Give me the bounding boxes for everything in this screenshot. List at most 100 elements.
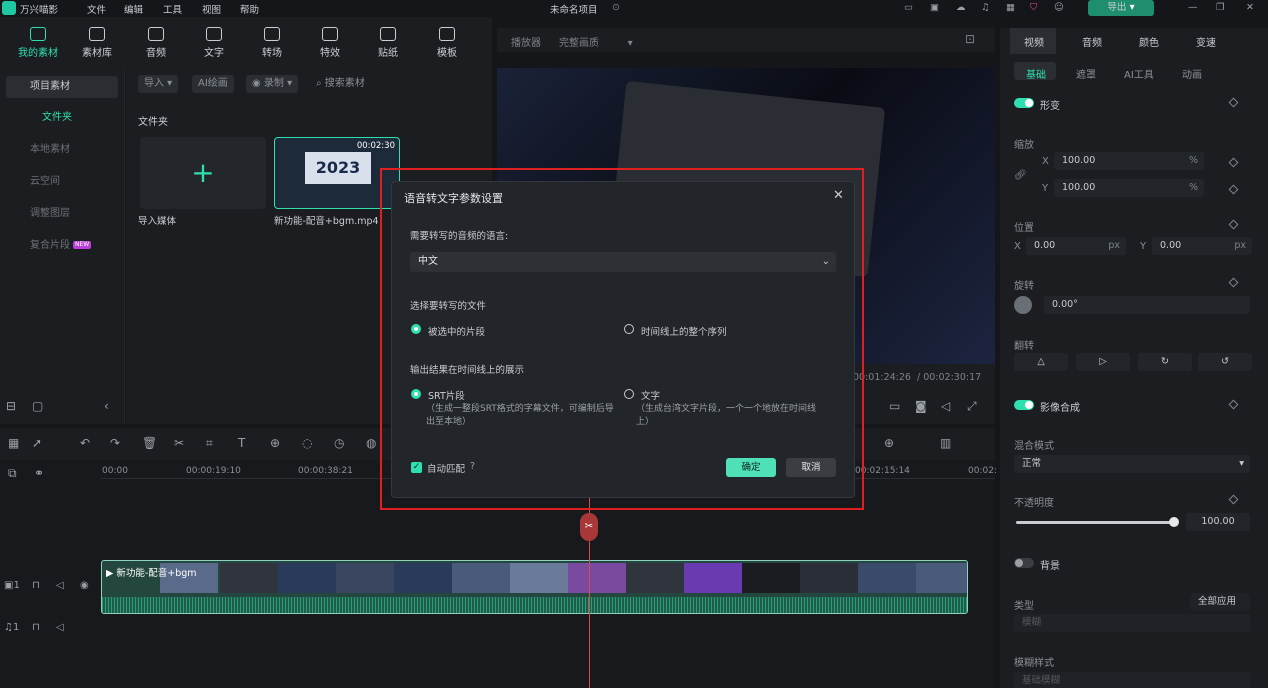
nav-project-media[interactable]: 项目素材 (6, 76, 118, 98)
dialog-close-icon[interactable]: ✕ (833, 188, 844, 203)
speed-icon[interactable]: ⊕ (270, 436, 280, 450)
rotate-right-button[interactable]: ↻ (1138, 353, 1192, 371)
mute-icon[interactable]: ◁ (56, 580, 64, 591)
link-icon[interactable]: 🔗︎ (1014, 170, 1027, 181)
audio-meter-icon[interactable]: ▥ (940, 436, 951, 450)
volume-icon[interactable]: ◁ (941, 399, 950, 413)
tab-video[interactable]: 视频 (1024, 34, 1044, 49)
lock-icon[interactable]: ⊓ (32, 580, 40, 591)
radio-text[interactable] (624, 389, 634, 399)
tab-speed[interactable]: 变速 (1196, 34, 1216, 49)
link-tracks-icon[interactable]: ⚭ (34, 466, 44, 480)
rotate-left-button[interactable]: ↺ (1198, 353, 1252, 371)
blur-style-select[interactable]: 基础模糊 (1014, 672, 1250, 688)
rotate-keyframe-icon[interactable] (1228, 277, 1239, 288)
subtab-animation[interactable]: 动画 (1182, 66, 1202, 81)
title-icon[interactable]: T (238, 436, 245, 450)
menu-file[interactable]: 文件 (87, 2, 106, 16)
type-select[interactable]: 模糊 (1014, 614, 1250, 632)
scale-x-field[interactable]: 100.00% (1054, 152, 1204, 170)
rotate-field[interactable]: 0.00° (1044, 296, 1250, 314)
fullscreen-icon[interactable]: ⤢ (967, 399, 977, 414)
menu-view[interactable]: 视图 (202, 2, 221, 16)
opacity-field[interactable]: 100.00 (1186, 513, 1250, 531)
import-dropdown[interactable]: 导入 ▾ (138, 75, 179, 93)
crop-icon[interactable]: ⌗ (206, 436, 213, 451)
nav-compound-clip[interactable]: 复合片段 NEW (6, 235, 118, 257)
new-folder-icon[interactable]: ⊟ (6, 399, 16, 413)
audio-mute-icon[interactable]: ◁ (56, 622, 64, 633)
save-icon[interactable]: ▣ (930, 2, 939, 13)
position-x-field[interactable]: 0.00 px (1026, 237, 1126, 255)
timer-icon[interactable]: ◷ (334, 436, 344, 450)
nav-adjust-layer[interactable]: 调整图层 (6, 203, 118, 225)
record-dropdown[interactable]: ◉ 录制 ▾ (246, 75, 299, 93)
tool-sticker[interactable]: 贴纸 (368, 27, 408, 59)
flip-vertical-button[interactable]: △ (1014, 353, 1068, 371)
track-settings-icon[interactable]: ⧉ (8, 466, 17, 481)
nav-cloud[interactable]: 云空间 (6, 171, 118, 193)
undo-icon[interactable]: ↶ (80, 436, 90, 450)
layout-grid-icon[interactable]: ▦ (8, 436, 19, 450)
blend-keyframe-icon[interactable] (1228, 399, 1239, 410)
nav-local-media[interactable]: 本地素材 (6, 139, 118, 161)
language-select[interactable]: 中文 ⌄ (410, 252, 836, 272)
cart-icon[interactable]: ⛉ (1030, 2, 1037, 13)
menu-tools[interactable]: 工具 (163, 2, 182, 16)
help-icon[interactable]: ? (470, 461, 475, 472)
search-input[interactable]: ⌕ 搜索素材 (310, 75, 480, 93)
background-toggle[interactable] (1014, 558, 1034, 568)
position-keyframe-icon[interactable] (1228, 219, 1239, 230)
blend-toggle[interactable] (1014, 400, 1034, 410)
subtab-basic[interactable]: 基础 (1026, 66, 1046, 81)
playhead-handle[interactable]: ✂ (580, 513, 598, 541)
select-tool-icon[interactable]: ➚ (32, 436, 42, 450)
transform-toggle[interactable] (1014, 98, 1034, 108)
subtab-mask[interactable]: 遮罩 (1076, 66, 1096, 81)
redo-icon[interactable]: ↷ (110, 436, 120, 450)
nav-folder[interactable]: 文件夹 (6, 107, 118, 129)
cloud-icon[interactable]: ☁ (956, 2, 966, 13)
user-icon[interactable]: ☺ (1054, 2, 1064, 13)
monitor-icon[interactable]: ▭ (889, 399, 900, 413)
import-media-tile[interactable]: + (140, 137, 266, 209)
tab-color[interactable]: 颜色 (1139, 34, 1159, 49)
tab-audio[interactable]: 音频 (1082, 34, 1102, 49)
restore-icon[interactable]: ❐ (1216, 2, 1225, 13)
timeline-clip[interactable]: ▶ 新功能-配音+bgm (101, 560, 968, 614)
close-window-icon[interactable]: ✕ (1246, 2, 1254, 13)
opacity-slider-track[interactable] (1016, 517, 1179, 527)
opacity-keyframe-icon[interactable] (1228, 494, 1239, 505)
position-y-field[interactable]: 0.00 px (1152, 237, 1252, 255)
tool-text[interactable]: 文字 (194, 27, 234, 59)
radio-srt[interactable] (411, 389, 421, 399)
scale-y-keyframe-icon[interactable] (1228, 184, 1239, 195)
quality-dropdown[interactable]: 完整画质 ▾ (559, 34, 633, 49)
collapse-icon[interactable]: ‹ (104, 399, 109, 413)
headset-icon[interactable]: ♫ (981, 2, 990, 13)
confirm-button[interactable]: 确定 (726, 458, 776, 477)
subtab-ai-tools[interactable]: AI工具 (1124, 66, 1154, 81)
ai-paint-button[interactable]: AI绘画 (192, 75, 234, 93)
tool-effect[interactable]: 特效 (310, 27, 350, 59)
tool-audio[interactable]: 音频 (136, 27, 176, 59)
eye-icon[interactable]: ◉ (80, 580, 89, 591)
folder-icon[interactable]: ▢ (32, 399, 43, 413)
keyframe-icon[interactable] (1228, 97, 1239, 108)
tool-transition[interactable]: 转场 (252, 27, 292, 59)
color-icon[interactable]: ◍ (366, 436, 376, 450)
snapshot-icon[interactable]: ⊡ (965, 32, 975, 46)
minimize-icon[interactable]: — (1188, 2, 1198, 13)
cancel-button[interactable]: 取消 (786, 458, 836, 477)
tool-template[interactable]: 模板 (427, 27, 467, 59)
mask-icon[interactable]: ◌ (302, 436, 312, 450)
audio-lock-icon[interactable]: ⊓ (32, 622, 40, 633)
tool-my-media[interactable]: 我的素材 (18, 27, 58, 59)
export-button[interactable]: 导出 ▾ (1088, 0, 1154, 16)
apply-all-button[interactable]: 全部应用 (1190, 593, 1250, 611)
grid-icon[interactable]: ▦ (1006, 2, 1015, 13)
delete-icon[interactable]: 🗑︎ (142, 436, 157, 450)
auto-match-checkbox[interactable]: ✓ (411, 462, 422, 473)
menu-help[interactable]: 帮助 (240, 2, 259, 16)
layout-icon[interactable]: ▭ (904, 2, 913, 13)
